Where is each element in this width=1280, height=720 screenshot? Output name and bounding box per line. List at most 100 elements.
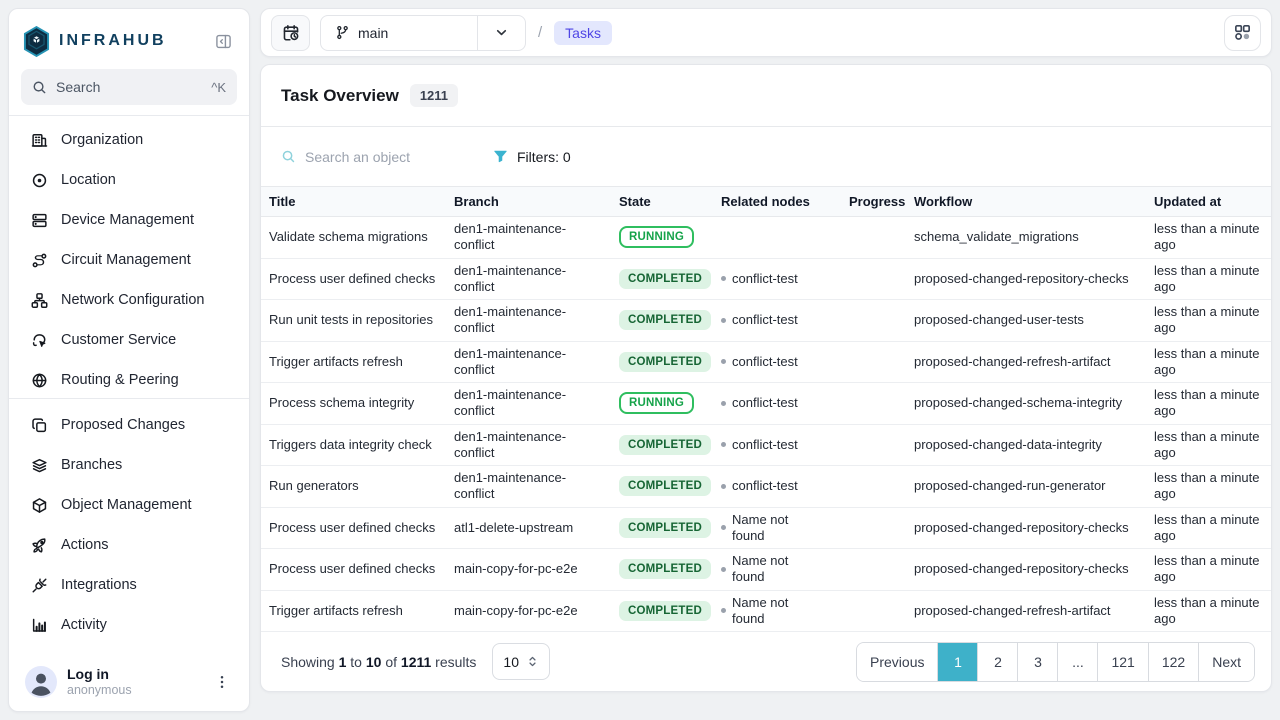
page-size-select[interactable]: 10 — [492, 643, 550, 680]
related-nodes-cell: conflict-test — [713, 300, 841, 342]
plug-icon — [31, 577, 48, 594]
table-row[interactable]: Process user defined checksden1-maintena… — [261, 258, 1272, 300]
updated-at-cell: less than a minute ago — [1146, 217, 1272, 259]
updated-at-cell: less than a minute ago — [1146, 590, 1272, 632]
sidebar-item-actions[interactable]: Actions — [21, 525, 237, 565]
page-size-value: 10 — [503, 654, 519, 670]
column-header-branch: Branch — [446, 187, 611, 217]
brand-name: INFRAHUB — [59, 32, 167, 50]
sidebar-item-label: Customer Service — [61, 332, 176, 348]
page-button-121[interactable]: 121 — [1097, 643, 1147, 681]
sidebar-item-label: Proposed Changes — [61, 417, 185, 433]
table-row[interactable]: Process user defined checksmain-copy-for… — [261, 549, 1272, 591]
divider — [9, 115, 249, 116]
table-row[interactable]: Run unit tests in repositoriesden1-maint… — [261, 300, 1272, 342]
object-search-placeholder: Search an object — [305, 149, 410, 165]
panel-collapse-icon — [215, 33, 232, 50]
sidebar-item-customer-service[interactable]: Customer Service — [21, 320, 237, 360]
progress-cell — [841, 300, 906, 342]
progress-cell — [841, 383, 906, 425]
table-row[interactable]: Process user defined checksatl1-delete-u… — [261, 507, 1272, 549]
sidebar-item-integrations[interactable]: Integrations — [21, 565, 237, 605]
related-node-link[interactable]: Name not found — [732, 512, 800, 545]
sidebar-item-network-configuration[interactable]: Network Configuration — [21, 280, 237, 320]
table-row[interactable]: Process schema integrityden1-maintenance… — [261, 383, 1272, 425]
related-node-link[interactable]: Name not found — [732, 553, 800, 586]
state-cell: COMPLETED — [611, 507, 713, 549]
breadcrumb-tasks[interactable]: Tasks — [554, 21, 612, 45]
branch-name: main — [358, 25, 388, 41]
sidebar-item-proposed-changes[interactable]: Proposed Changes — [21, 405, 237, 445]
task-title-cell: Trigger artifacts refresh — [261, 590, 446, 632]
page-button-3[interactable]: 3 — [1017, 643, 1057, 681]
filters-button[interactable]: Filters: 0 — [493, 149, 571, 165]
table-row[interactable]: Run generatorsden1-maintenance-conflictC… — [261, 466, 1272, 508]
related-node-link[interactable]: conflict-test — [732, 395, 798, 411]
workflow-apps-button[interactable] — [1224, 15, 1261, 51]
branch-cell: atl1-delete-upstream — [446, 507, 611, 549]
login-label[interactable]: Log in — [67, 666, 132, 684]
progress-cell — [841, 549, 906, 591]
page-button-122[interactable]: 122 — [1148, 643, 1198, 681]
progress-cell — [841, 507, 906, 549]
sidebar-item-activity[interactable]: Activity — [21, 605, 237, 645]
table-row[interactable]: Trigger artifacts refreshmain-copy-for-p… — [261, 590, 1272, 632]
sidebar-item-circuit-management[interactable]: Circuit Management — [21, 240, 237, 280]
sidebar-collapse-button[interactable] — [211, 29, 235, 53]
task-title-cell: Process user defined checks — [261, 549, 446, 591]
sidebar-item-label: Routing & Peering — [61, 372, 179, 388]
sidebar-item-object-management[interactable]: Object Management — [21, 485, 237, 525]
user-row[interactable]: Log in anonymous — [21, 660, 237, 699]
search-placeholder: Search — [56, 79, 100, 95]
workflow-icon — [1233, 23, 1252, 42]
state-badge: COMPLETED — [619, 518, 711, 538]
table-row[interactable]: Triggers data integrity checkden1-mainte… — [261, 424, 1272, 466]
page-button-1[interactable]: 1 — [937, 643, 977, 681]
progress-cell — [841, 424, 906, 466]
sidebar-item-branches[interactable]: Branches — [21, 445, 237, 485]
cube-icon — [31, 497, 48, 514]
previous-page-button[interactable]: Previous — [857, 643, 937, 681]
kebab-menu-icon — [214, 674, 230, 690]
divider — [9, 398, 249, 399]
sidebar-item-label: Location — [61, 172, 116, 188]
sidebar-search-input[interactable]: Search ^K — [21, 69, 237, 105]
table-row[interactable]: Validate schema migrationsden1-maintenan… — [261, 217, 1272, 259]
bar-chart-icon — [31, 617, 48, 634]
page-button-2[interactable]: 2 — [977, 643, 1017, 681]
user-texts: Log in anonymous — [67, 666, 132, 699]
infrahub-app: INFRAHUB Search ^K Organization Location D… — [0, 0, 1280, 720]
related-node-link[interactable]: conflict-test — [732, 354, 798, 370]
branch-cell: den1-maintenance-conflict — [446, 466, 611, 508]
next-page-button[interactable]: Next — [1198, 643, 1254, 681]
sidebar-item-routing-peering[interactable]: Routing & Peering — [21, 360, 237, 388]
related-nodes-cell: conflict-test — [713, 466, 841, 508]
related-node-link[interactable]: conflict-test — [732, 271, 798, 287]
updated-at-cell: less than a minute ago — [1146, 258, 1272, 300]
rocket-icon — [31, 537, 48, 554]
infrahub-logo-icon — [23, 26, 50, 57]
logo-row: INFRAHUB — [21, 19, 237, 63]
related-nodes-cell: conflict-test — [713, 341, 841, 383]
workflow-cell: proposed-changed-repository-checks — [906, 507, 1146, 549]
object-search-input[interactable]: Search an object — [281, 149, 493, 165]
circle-dot-icon — [31, 172, 48, 189]
state-badge: COMPLETED — [619, 310, 711, 330]
branch-selector[interactable]: main — [320, 15, 526, 51]
user-menu-button[interactable] — [211, 671, 233, 693]
related-node-link[interactable]: conflict-test — [732, 312, 798, 328]
related-node-link[interactable]: Name not found — [732, 595, 800, 628]
branch-dropdown-toggle[interactable] — [477, 16, 525, 50]
related-nodes-cell: conflict-test — [713, 424, 841, 466]
related-node-link[interactable]: conflict-test — [732, 437, 798, 453]
workflow-cell: proposed-changed-repository-checks — [906, 549, 1146, 591]
sidebar-item-organization[interactable]: Organization — [21, 120, 237, 160]
table-row[interactable]: Trigger artifacts refreshden1-maintenanc… — [261, 341, 1272, 383]
sidebar-item-location[interactable]: Location — [21, 160, 237, 200]
state-cell: COMPLETED — [611, 590, 713, 632]
sidebar-item-device-management[interactable]: Device Management — [21, 200, 237, 240]
updated-at-cell: less than a minute ago — [1146, 383, 1272, 425]
time-travel-button[interactable] — [271, 15, 310, 51]
related-node-link[interactable]: conflict-test — [732, 478, 798, 494]
branch-cell: den1-maintenance-conflict — [446, 424, 611, 466]
